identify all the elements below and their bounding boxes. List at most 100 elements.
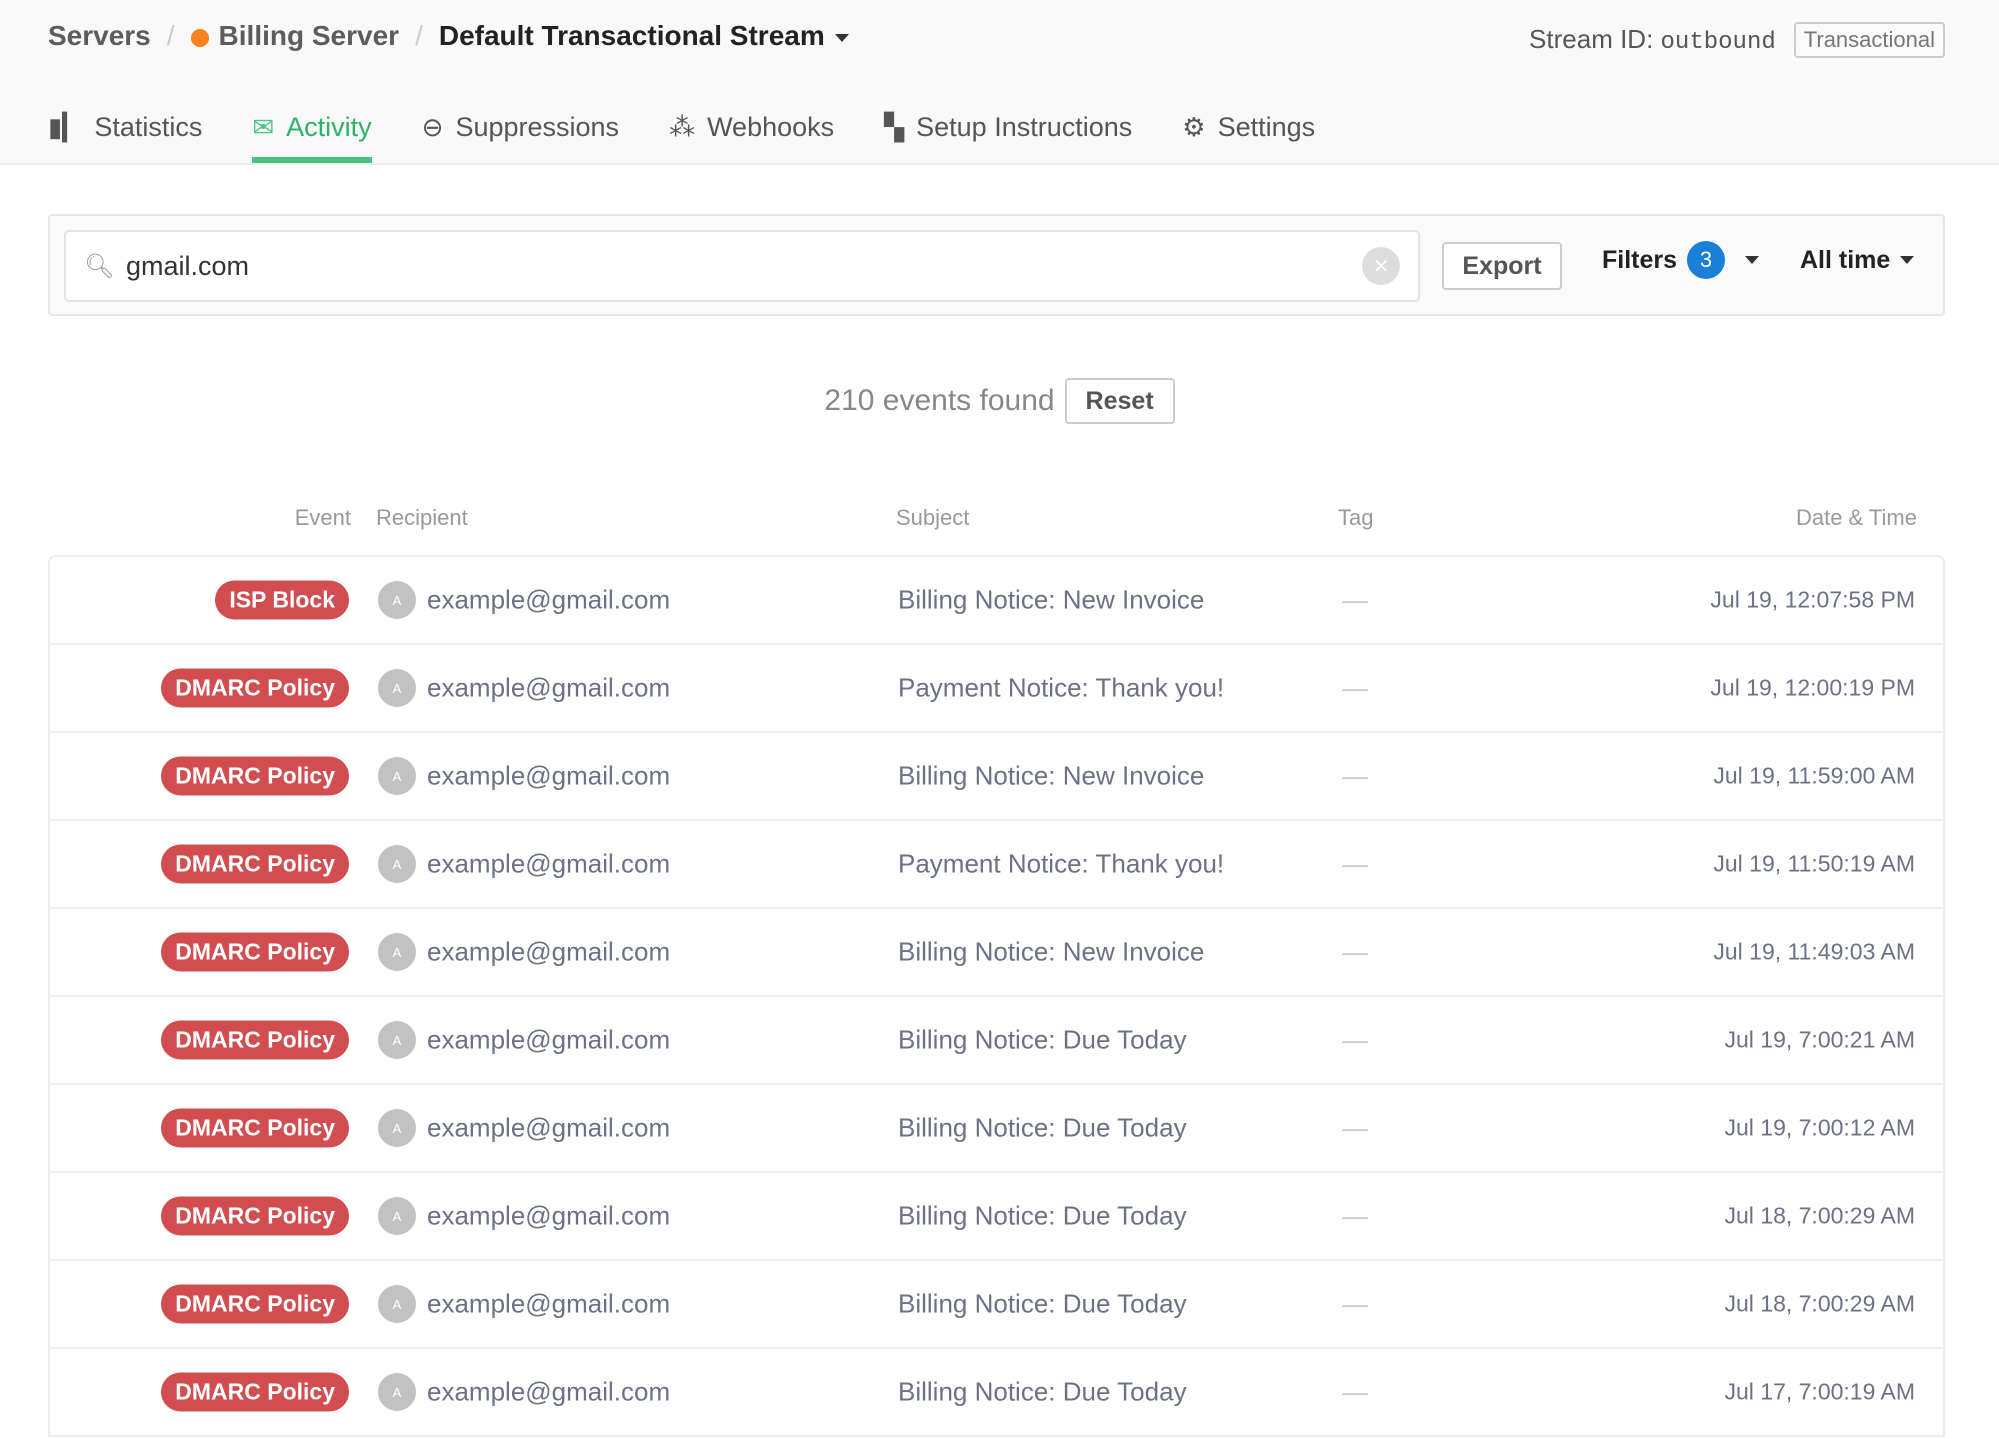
tag: — [1342, 936, 1368, 967]
date-time: Jul 19, 11:50:19 AM [1713, 850, 1915, 877]
minus-circle-icon: ⊖ [421, 112, 444, 142]
time-range-dropdown[interactable]: All time [1800, 241, 1915, 279]
recipient: example@gmail.com [427, 1200, 671, 1231]
table-row[interactable]: DMARC Policy A example@gmail.com Billing… [50, 909, 1943, 997]
filters-dropdown[interactable]: Filters 3 [1602, 241, 1760, 279]
server-status-dot [190, 28, 209, 47]
gear-icon: ⚙ [1182, 112, 1206, 142]
tag: — [1342, 848, 1368, 879]
export-button[interactable]: Export [1442, 242, 1562, 290]
subject: Billing Notice: Due Today [898, 1024, 1187, 1055]
tag: — [1342, 1024, 1368, 1055]
date-time: Jul 19, 12:07:58 PM [1710, 586, 1915, 613]
tag: — [1342, 1200, 1368, 1231]
tab-webhooks[interactable]: ⁂ Webhooks [669, 100, 834, 163]
chevron-down-icon [1745, 256, 1760, 264]
tab-label: Activity [286, 112, 372, 142]
table-row[interactable]: DMARC Policy A example@gmail.com Billing… [50, 1173, 1943, 1261]
tab-label: Suppressions [455, 112, 620, 142]
header: Servers / Billing Server / Default Trans… [0, 0, 1999, 165]
avatar: A [378, 1373, 416, 1411]
column-header-date[interactable]: Date & Time [1796, 505, 1917, 531]
date-time: Jul 19, 12:00:19 PM [1710, 674, 1915, 701]
event-badge: DMARC Policy [161, 932, 349, 972]
table-row[interactable]: ISP Block A example@gmail.com Billing No… [50, 557, 1943, 645]
recipient: example@gmail.com [427, 848, 671, 879]
recipient: example@gmail.com [427, 1288, 671, 1319]
breadcrumb: Servers / Billing Server / Default Trans… [48, 20, 849, 52]
date-time: Jul 19, 7:00:21 AM [1724, 1026, 1915, 1053]
activity-table: ISP Block A example@gmail.com Billing No… [48, 555, 1945, 1437]
stream-dropdown[interactable]: Default Transactional Stream [439, 20, 849, 52]
chevron-down-icon [1900, 256, 1915, 264]
tab-label: Webhooks [707, 112, 835, 142]
tab-label: Settings [1217, 112, 1316, 142]
event-badge: DMARC Policy [161, 1372, 349, 1412]
event-badge: DMARC Policy [161, 1020, 349, 1060]
recipient: example@gmail.com [427, 1376, 671, 1407]
date-time: Jul 19, 7:00:12 AM [1724, 1114, 1915, 1141]
avatar: A [378, 1109, 416, 1147]
stream-id: Stream ID: outbound Transactional [1529, 22, 1945, 58]
event-badge: DMARC Policy [161, 756, 349, 796]
reset-button[interactable]: Reset [1064, 378, 1175, 424]
table-row[interactable]: DMARC Policy A example@gmail.com Billing… [50, 1085, 1943, 1173]
subject: Payment Notice: Thank you! [898, 672, 1225, 703]
tab-suppressions[interactable]: ⊖ Suppressions [422, 100, 619, 163]
tab-settings[interactable]: ⚙ Settings [1182, 100, 1315, 163]
column-header-recipient[interactable]: Recipient [376, 505, 468, 531]
tab-setup-instructions[interactable]: ▚ Setup Instructions [884, 100, 1132, 163]
event-badge: DMARC Policy [161, 1284, 349, 1324]
date-time: Jul 18, 7:00:29 AM [1724, 1290, 1915, 1317]
avatar: A [378, 757, 416, 795]
stream-label: Default Transactional Stream [438, 20, 825, 51]
bar-chart-icon: ▮▎ [48, 112, 83, 142]
tab-label: Statistics [94, 112, 203, 142]
breadcrumb-separator: / [166, 20, 175, 51]
events-found-count: 210 events found [824, 384, 1055, 417]
avatar: A [378, 581, 416, 619]
table-row[interactable]: DMARC Policy A example@gmail.com Billing… [50, 1261, 1943, 1349]
tab-statistics[interactable]: ▮▎ Statistics [48, 100, 202, 163]
recipient: example@gmail.com [427, 584, 671, 615]
tab-label: Setup Instructions [916, 112, 1133, 142]
avatar: A [378, 1021, 416, 1059]
subject: Billing Notice: Due Today [898, 1200, 1187, 1231]
tag: — [1342, 1288, 1368, 1319]
search-input[interactable] [126, 250, 1362, 282]
tab-activity[interactable]: ✉ Activity [252, 100, 372, 163]
breadcrumb-separator: / [415, 20, 423, 51]
stream-id-value: outbound [1660, 29, 1776, 56]
column-header-tag[interactable]: Tag [1338, 505, 1373, 531]
tag: — [1342, 760, 1368, 791]
subject: Billing Notice: Due Today [898, 1112, 1187, 1143]
map-icon: ▚ [884, 112, 905, 142]
table-row[interactable]: DMARC Policy A example@gmail.com Billing… [50, 733, 1943, 821]
avatar: A [378, 1197, 416, 1235]
column-header-event[interactable]: Event [295, 505, 351, 531]
table-row[interactable]: DMARC Policy A example@gmail.com Payment… [50, 645, 1943, 733]
stream-id-label: Stream ID: [1529, 24, 1654, 54]
search-icon: 🔍︎ [84, 252, 115, 280]
subject: Billing Notice: New Invoice [898, 936, 1205, 967]
date-time: Jul 19, 11:59:00 AM [1713, 762, 1915, 789]
breadcrumb-server-label: Billing Server [218, 20, 400, 51]
breadcrumb-servers[interactable]: Servers [48, 20, 151, 52]
avatar: A [378, 1285, 416, 1323]
clear-search-button[interactable]: ✕ [1362, 247, 1400, 285]
table-row[interactable]: DMARC Policy A example@gmail.com Billing… [50, 997, 1943, 1085]
table-header: Event Recipient Subject Tag Date & Time [48, 505, 1945, 535]
table-row[interactable]: DMARC Policy A example@gmail.com Billing… [50, 1349, 1943, 1437]
column-header-subject[interactable]: Subject [896, 505, 969, 531]
event-badge: DMARC Policy [161, 1108, 349, 1148]
envelope-icon: ✉ [252, 112, 275, 142]
subject: Billing Notice: New Invoice [898, 760, 1205, 791]
recipient: example@gmail.com [427, 672, 671, 703]
time-range-label: All time [1800, 245, 1891, 274]
stream-type-badge: Transactional [1793, 22, 1945, 58]
table-row[interactable]: DMARC Policy A example@gmail.com Payment… [50, 821, 1943, 909]
avatar: A [378, 933, 416, 971]
breadcrumb-server[interactable]: Billing Server [190, 20, 400, 52]
subject: Billing Notice: Due Today [898, 1288, 1187, 1319]
avatar: A [378, 669, 416, 707]
